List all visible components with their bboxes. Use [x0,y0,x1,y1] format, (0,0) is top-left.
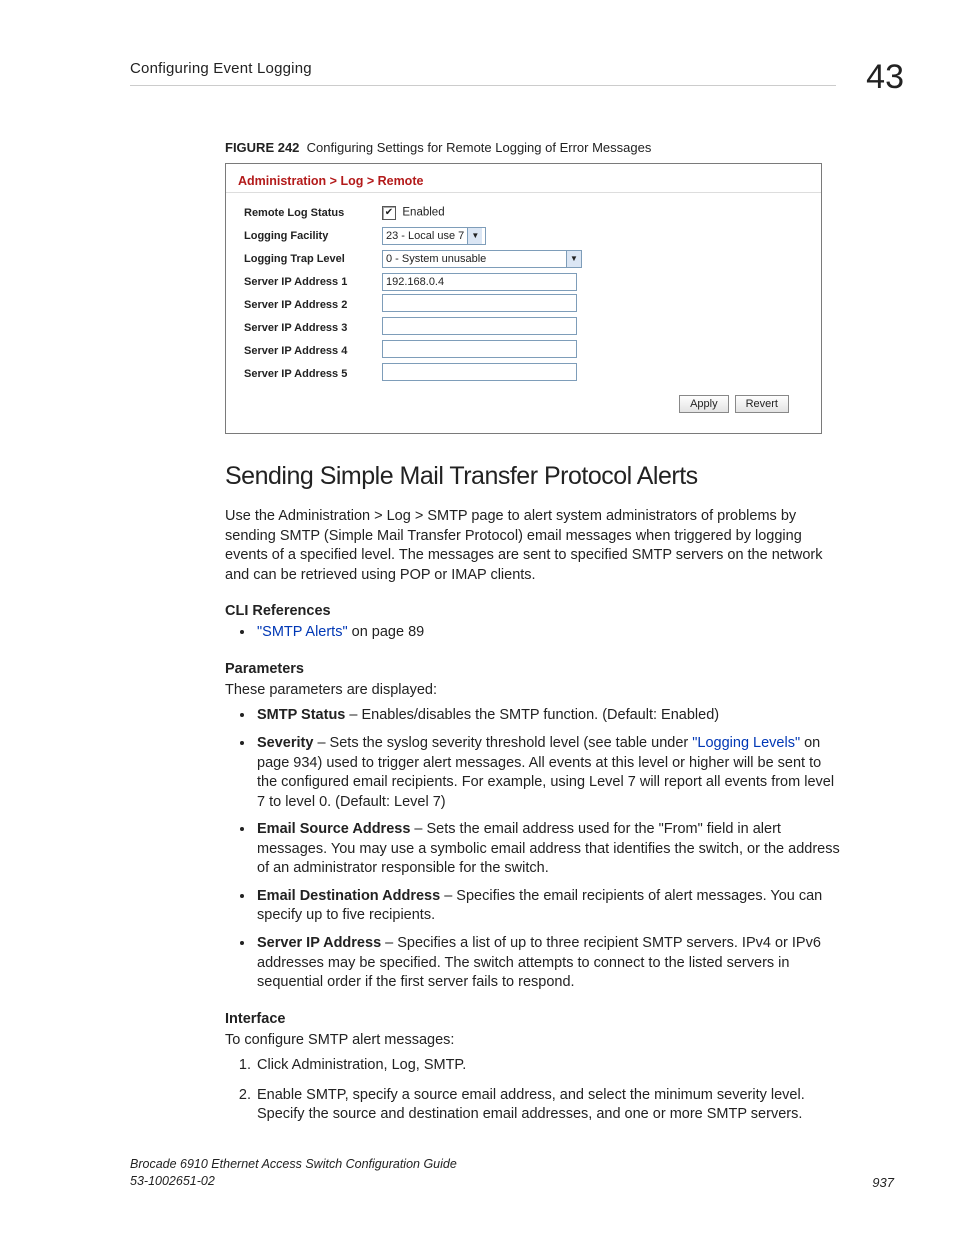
server-ip1-input[interactable]: 192.168.0.4 [382,273,577,291]
section-heading: Sending Simple Mail Transfer Protocol Al… [225,462,844,491]
running-title: Configuring Event Logging [130,60,836,86]
param-email-dest: Email Destination Address – Specifies th… [255,887,844,926]
param-term: Email Destination Address [257,888,440,904]
logging-trap-level-label: Logging Trap Level [244,253,382,265]
figure-caption: FIGURE 242 Configuring Settings for Remo… [225,140,844,155]
interface-intro: To configure SMTP alert messages: [225,1031,844,1051]
logging-trap-level-select[interactable]: 0 - System unusable ▼ [382,250,582,268]
footer-doc-id: 53-1002651-02 [130,1173,457,1190]
param-desc: – Enables/disables the SMTP function. (D… [345,707,719,723]
section-intro: Use the Administration > Log > SMTP page… [225,507,844,585]
server-ip2-label: Server IP Address 2 [244,299,382,311]
smtp-alerts-link[interactable]: "SMTP Alerts" [257,624,348,640]
param-severity: Severity – Sets the syslog severity thre… [255,734,844,812]
chapter-number: 43 [866,60,904,94]
param-term: SMTP Status [257,707,345,723]
cli-link-tail: on page 89 [348,624,425,640]
param-desc-pre: – Sets the syslog severity threshold lev… [313,735,692,751]
apply-button[interactable]: Apply [679,395,729,413]
chevron-down-icon: ▼ [566,251,581,267]
server-ip2-input[interactable] [382,294,577,312]
form-breadcrumb: Administration > Log > Remote [226,164,821,192]
cli-references-heading: CLI References [225,603,844,619]
server-ip3-input[interactable] [382,317,577,335]
step-1: Click Administration, Log, SMTP. [255,1056,844,1076]
remote-log-form: Administration > Log > Remote Remote Log… [225,163,822,434]
parameters-intro: These parameters are displayed: [225,681,844,701]
param-term: Severity [257,735,313,751]
param-smtp-status: SMTP Status – Enables/disables the SMTP … [255,706,844,726]
logging-trap-level-value: 0 - System unusable [386,253,563,265]
param-server-ip: Server IP Address – Specifies a list of … [255,934,844,993]
server-ip3-label: Server IP Address 3 [244,322,382,334]
logging-levels-link[interactable]: "Logging Levels" [692,735,800,751]
interface-heading: Interface [225,1011,844,1027]
server-ip5-label: Server IP Address 5 [244,368,382,380]
footer-doc-title: Brocade 6910 Ethernet Access Switch Conf… [130,1156,457,1173]
figure-label: FIGURE 242 [225,140,299,155]
chevron-down-icon: ▼ [467,228,482,244]
parameters-heading: Parameters [225,661,844,677]
figure-caption-text: Configuring Settings for Remote Logging … [307,140,652,155]
remote-log-status-label: Remote Log Status [244,207,382,219]
cli-reference-item: "SMTP Alerts" on page 89 [255,623,844,643]
server-ip4-label: Server IP Address 4 [244,345,382,357]
footer-doc-info: Brocade 6910 Ethernet Access Switch Conf… [130,1156,457,1190]
step-2: Enable SMTP, specify a source email addr… [255,1086,844,1125]
param-term: Server IP Address [257,935,381,951]
logging-facility-label: Logging Facility [244,230,382,242]
logging-facility-value: 23 - Local use 7 [386,230,464,242]
remote-log-status-text: Enabled [402,206,444,218]
server-ip1-label: Server IP Address 1 [244,276,382,288]
revert-button[interactable]: Revert [735,395,789,413]
param-term: Email Source Address [257,821,410,837]
server-ip5-input[interactable] [382,363,577,381]
remote-log-status-checkbox[interactable]: ✔ [382,206,396,220]
server-ip4-input[interactable] [382,340,577,358]
logging-facility-select[interactable]: 23 - Local use 7 ▼ [382,227,486,245]
param-email-source: Email Source Address – Sets the email ad… [255,820,844,879]
footer-page-number: 937 [872,1175,894,1190]
